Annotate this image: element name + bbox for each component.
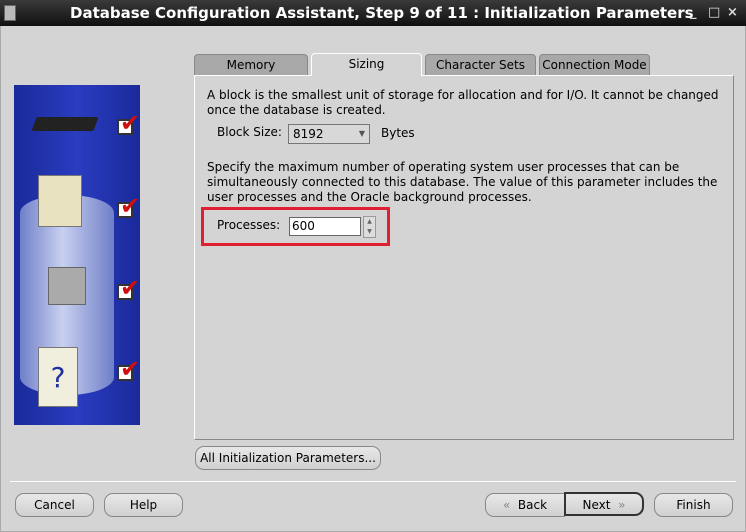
help-button[interactable]: Help: [104, 493, 183, 517]
chevron-down-icon: ▼: [358, 129, 365, 138]
next-arrow-icon: »: [618, 498, 626, 512]
step-check-icon: ✔: [117, 276, 140, 300]
title-bar: Database Configuration Assistant, Step 9…: [0, 0, 746, 26]
finish-button[interactable]: Finish: [654, 493, 733, 517]
tab-memory[interactable]: Memory: [194, 54, 308, 75]
next-label: Next: [582, 498, 611, 512]
next-button[interactable]: Next »: [564, 492, 644, 516]
tab-connection-mode[interactable]: Connection Mode: [539, 54, 650, 75]
cancel-button[interactable]: Cancel: [15, 493, 94, 517]
tab-sizing[interactable]: Sizing: [311, 53, 422, 76]
shapes-icon: [48, 267, 86, 305]
step-check-icon: ✔: [117, 111, 140, 135]
footer-divider: [10, 481, 736, 482]
back-label: Back: [517, 498, 548, 512]
spin-up-icon[interactable]: ▲: [364, 217, 375, 227]
back-arrow-icon: «: [502, 498, 511, 512]
memory-chip-icon: [31, 117, 99, 131]
block-size-label: Block Size:: [217, 125, 282, 139]
back-button[interactable]: « Back: [485, 493, 565, 517]
help-document-icon: ?: [38, 347, 78, 407]
window-title: Database Configuration Assistant, Step 9…: [70, 4, 694, 22]
close-button[interactable]: ×: [727, 5, 738, 20]
block-size-select[interactable]: 8192 ▼: [288, 124, 370, 144]
step-check-icon: ✔: [117, 194, 140, 218]
step-check-icon: ✔: [117, 357, 140, 381]
maximize-button[interactable]: □: [708, 5, 720, 20]
processes-input[interactable]: 600: [289, 217, 361, 236]
app-icon: [4, 5, 16, 21]
minimize-button[interactable]: _: [690, 5, 697, 20]
wizard-illustration: ? ✔ ✔ ✔ ✔: [14, 85, 140, 425]
block-size-unit: Bytes: [381, 126, 415, 140]
document-folder-icon: [38, 175, 82, 227]
block-description: A block is the smallest unit of storage …: [207, 88, 719, 117]
spin-down-icon[interactable]: ▼: [364, 227, 375, 237]
processes-stepper[interactable]: ▲ ▼: [363, 216, 376, 238]
processes-description: Specify the maximum number of operating …: [207, 160, 718, 204]
block-size-value: 8192: [293, 127, 324, 141]
tab-character-sets[interactable]: Character Sets: [425, 54, 536, 75]
processes-label: Processes:: [217, 218, 281, 232]
all-initialization-parameters-button[interactable]: All Initialization Parameters...: [195, 446, 381, 470]
